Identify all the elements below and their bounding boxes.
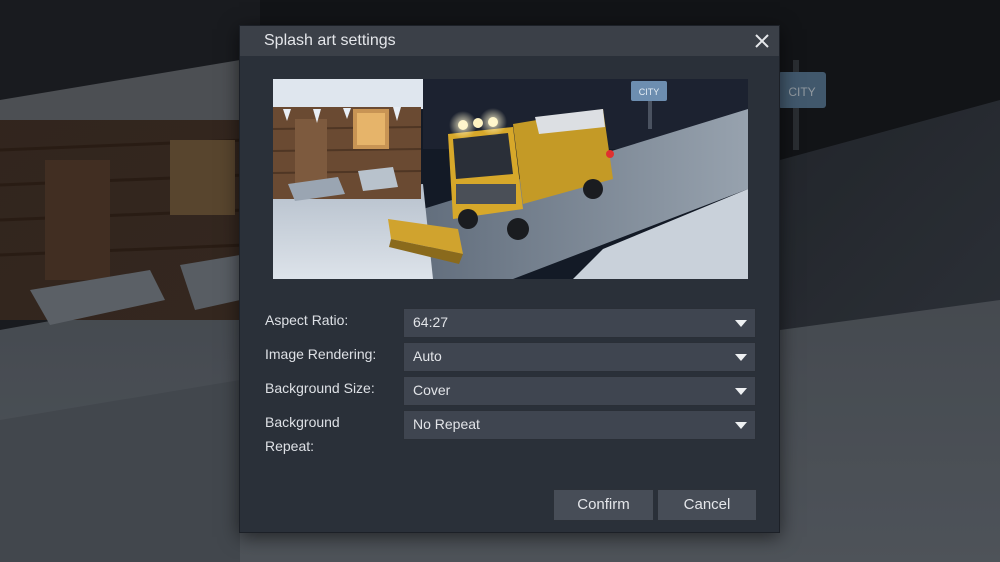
background-repeat-value: No Repeat bbox=[413, 416, 480, 432]
background-size-label: Background Size: bbox=[265, 380, 375, 396]
splash-art-preview: CITY bbox=[273, 79, 748, 279]
chevron-down-icon bbox=[735, 354, 747, 361]
cancel-button[interactable]: Cancel bbox=[657, 489, 757, 521]
chevron-down-icon bbox=[735, 422, 747, 429]
dialog-titlebar: Splash art settings bbox=[240, 26, 779, 56]
chevron-down-icon bbox=[735, 388, 747, 395]
aspect-ratio-label: Aspect Ratio: bbox=[265, 312, 349, 328]
image-rendering-label: Image Rendering: bbox=[265, 346, 377, 362]
splash-art-settings-dialog: Splash art settings CITY Aspect Ratio: 6… bbox=[239, 25, 780, 533]
aspect-ratio-select[interactable]: 64:27 bbox=[403, 308, 756, 338]
dialog-title: Splash art settings bbox=[264, 32, 396, 49]
confirm-button[interactable]: Confirm bbox=[553, 489, 654, 521]
aspect-ratio-value: 64:27 bbox=[413, 314, 449, 330]
close-icon bbox=[755, 34, 769, 48]
background-repeat-select[interactable]: No Repeat bbox=[403, 410, 756, 440]
chevron-down-icon bbox=[735, 320, 747, 327]
close-button[interactable] bbox=[751, 30, 773, 52]
preview-sign-text: CITY bbox=[639, 87, 660, 97]
image-rendering-value: Auto bbox=[413, 348, 442, 364]
background-size-value: Cover bbox=[413, 382, 451, 398]
background-repeat-label: Background Repeat: bbox=[265, 414, 340, 454]
snowplow-scene-image: CITY bbox=[273, 79, 748, 279]
background-size-select[interactable]: Cover bbox=[403, 376, 756, 406]
image-rendering-select[interactable]: Auto bbox=[403, 342, 756, 372]
